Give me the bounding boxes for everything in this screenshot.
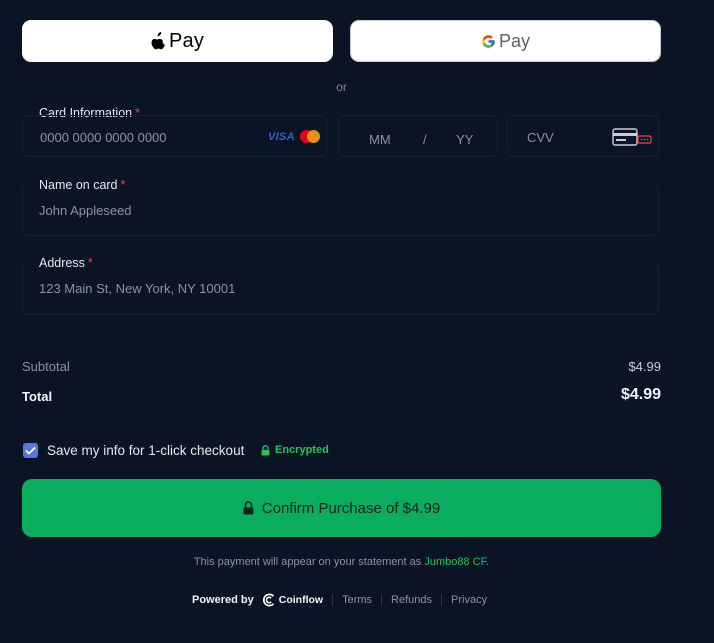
checkmark-icon: [25, 446, 36, 455]
expiry-slash: /: [423, 132, 427, 147]
powered-by-label: Powered by: [192, 594, 254, 606]
coinflow-icon: [262, 593, 274, 607]
cvv-placeholder: CVV: [527, 130, 554, 145]
visa-icon: VISA: [268, 131, 295, 143]
footer-divider: [441, 594, 443, 606]
cvv-field[interactable]: CVV: [507, 115, 659, 157]
name-field[interactable]: John Appleseed: [22, 186, 659, 236]
total-label: Total: [22, 389, 53, 404]
expiry-field[interactable]: MM / YY: [338, 115, 498, 157]
subtotal-value: $4.99: [628, 359, 661, 374]
encrypted-label: Encrypted: [275, 444, 329, 456]
apple-pay-label: Pay: [168, 29, 205, 52]
checkout-page: Pay Pay or Card Information * 0000 0000 0…: [0, 0, 714, 643]
google-pay-label: Pay: [498, 30, 531, 51]
refunds-link[interactable]: Refunds: [391, 594, 432, 606]
statement-notice: This payment will appear on your stateme…: [193, 556, 490, 568]
footer: Powered by Coinflow Terms Refunds Privac…: [192, 593, 487, 607]
confirm-purchase-label: Confirm Purchase of $4.99: [261, 499, 441, 517]
google-g-icon: [482, 34, 495, 48]
coinflow-logo[interactable]: Coinflow: [262, 593, 323, 607]
name-value: John Appleseed: [39, 203, 132, 218]
terms-link[interactable]: Terms: [342, 594, 372, 606]
apple-logo-icon: [151, 32, 165, 50]
card-cvv-icon: [612, 128, 652, 146]
apple-pay-button[interactable]: Pay: [22, 20, 333, 62]
privacy-link[interactable]: Privacy: [451, 594, 487, 606]
card-number-field[interactable]: 0000 0000 0000 0000 VISA: [22, 115, 327, 157]
address-field[interactable]: 123 Main St, New York, NY 10001: [22, 262, 659, 315]
coinflow-brand: Coinflow: [278, 594, 324, 606]
mastercard-icon: [300, 130, 320, 143]
card-number-placeholder: 0000 0000 0000 0000: [40, 130, 167, 145]
footer-divider: [381, 594, 383, 606]
address-value: 123 Main St, New York, NY 10001: [39, 281, 236, 296]
lock-icon: [261, 444, 270, 455]
expiry-year-placeholder: YY: [456, 132, 474, 147]
lock-icon: [243, 501, 254, 515]
google-pay-button[interactable]: Pay: [350, 20, 661, 62]
footer-divider: [332, 594, 334, 606]
total-value: $4.99: [620, 386, 661, 403]
subtotal-label: Subtotal: [22, 359, 70, 374]
encrypted-badge: Encrypted: [261, 444, 329, 456]
merchant-name: Jumbo88 CF: [424, 556, 487, 568]
save-info-checkbox[interactable]: [23, 443, 38, 458]
expiry-month-placeholder: MM: [369, 132, 391, 147]
confirm-purchase-button[interactable]: Confirm Purchase of $4.99: [22, 479, 661, 537]
save-info-label[interactable]: Save my info for 1-click checkout: [47, 443, 244, 458]
or-divider: or: [336, 80, 347, 94]
